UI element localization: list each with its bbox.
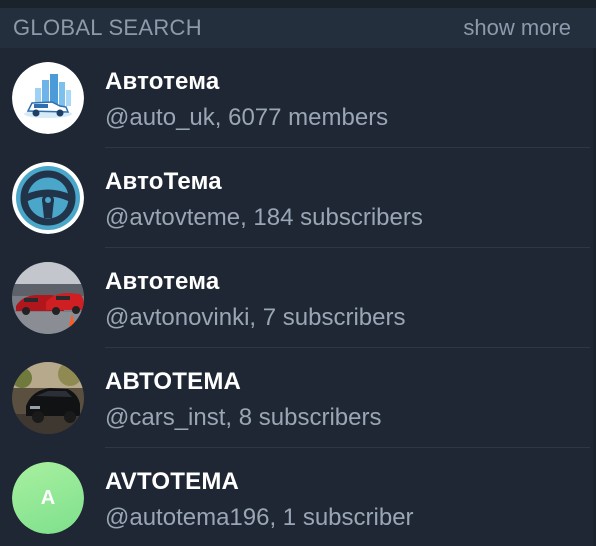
search-result-row[interactable]: АвтоТема @avtovteme, 184 subscribers	[0, 148, 596, 248]
result-name: АвтоТема	[105, 168, 222, 195]
steering-wheel-icon	[12, 162, 84, 234]
show-more-link[interactable]: show more	[463, 15, 571, 41]
top-strip	[0, 0, 596, 8]
red-sports-cars-photo	[12, 262, 84, 334]
result-name: Автотема	[105, 268, 220, 295]
section-title: GLOBAL SEARCH	[13, 15, 202, 40]
avatar-letter: A	[12, 462, 84, 534]
result-subtitle: @avtovteme, 184 subscribers	[105, 204, 423, 231]
letter-avatar: A	[12, 462, 84, 534]
search-result-row[interactable]: Автотема @auto_uk, 6077 members	[0, 48, 596, 148]
result-name: АВТОТЕМА	[105, 368, 242, 395]
result-subtitle: @autotema196, 1 subscriber	[105, 504, 414, 531]
result-subtitle: @cars_inst, 8 subscribers	[105, 404, 382, 431]
city-car-icon	[12, 62, 84, 134]
search-result-row[interactable]: АВТОТЕМА @cars_inst, 8 subscribers	[0, 348, 596, 448]
global-search-header: GLOBAL SEARCH show more	[0, 8, 596, 48]
result-name: AVTOTEMA	[105, 468, 240, 495]
result-name: Автотема	[105, 68, 220, 95]
search-result-row[interactable]: Автотема @avtonovinki, 7 subscribers	[0, 248, 596, 348]
black-car-photo	[12, 362, 84, 434]
result-subtitle: @avtonovinki, 7 subscribers	[105, 304, 406, 331]
result-subtitle: @auto_uk, 6077 members	[105, 104, 389, 131]
global-search-panel: GLOBAL SEARCH show more Автотема @auto_u…	[0, 0, 596, 546]
search-result-row[interactable]: A AVTOTEMA @autotema196, 1 subscriber	[0, 448, 596, 546]
search-results-list: Автотема @auto_uk, 6077 members АвтоТема…	[0, 48, 596, 546]
